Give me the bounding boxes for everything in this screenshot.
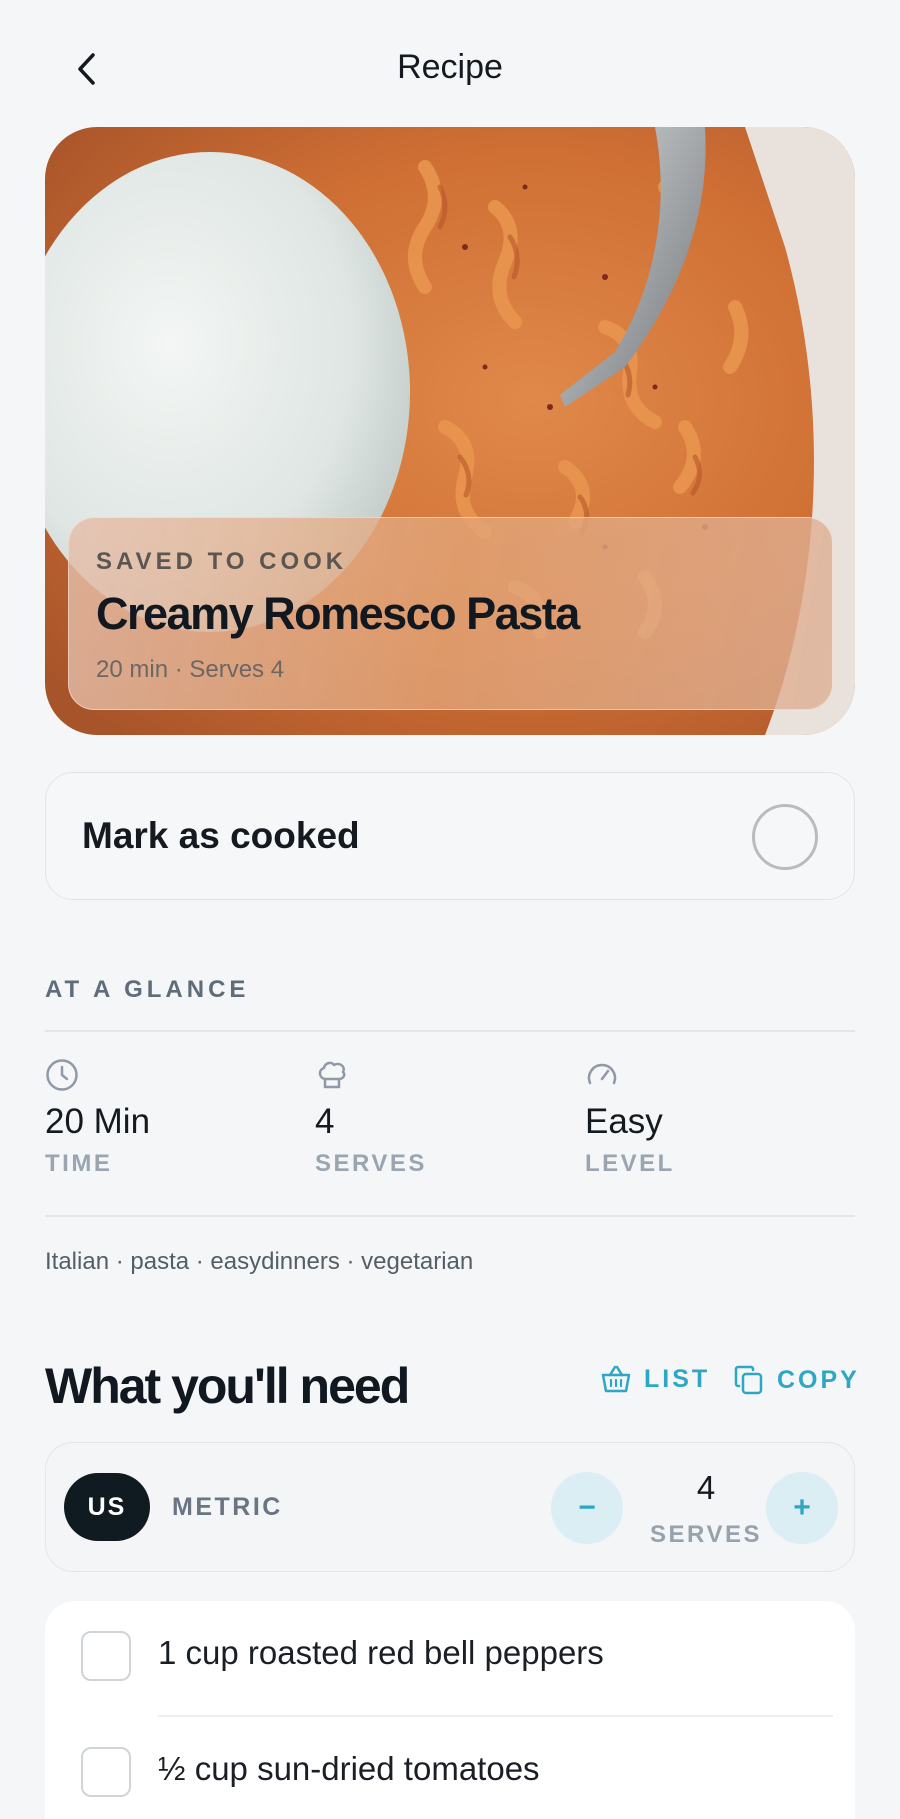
ingredient-item[interactable]: 1 cup roasted red bell peppers	[45, 1601, 855, 1717]
unit-us-button[interactable]: US	[64, 1473, 150, 1541]
saved-label: SAVED TO COOK	[96, 548, 348, 575]
stat-serves: 4 SERVES	[315, 1058, 555, 1178]
copy-button[interactable]: COPY	[733, 1364, 860, 1396]
serves-count: 4	[696, 1469, 716, 1506]
mark-as-cooked-label: Mark as cooked	[82, 815, 360, 856]
list-button[interactable]: LIST	[600, 1364, 710, 1394]
recipe-info-card: SAVED TO COOK Creamy Romesco Pasta 20 mi…	[68, 517, 833, 710]
units-serves-bar: US METRIC − 4 SERVES +	[45, 1442, 855, 1572]
stat-label: SERVES	[315, 1150, 427, 1177]
recipe-meta: 20 min · Serves 4	[96, 656, 285, 683]
ingredient-text: ½ cup sun-dried tomatoes	[158, 1750, 540, 1787]
stat-time: 20 Min TIME	[45, 1058, 285, 1178]
increase-serves-button[interactable]: +	[766, 1472, 838, 1544]
recipe-tags: Italian · pasta · easydinners · vegetari…	[45, 1248, 474, 1275]
divider	[45, 1030, 855, 1032]
cooked-checkbox[interactable]	[752, 804, 818, 870]
page-title: Recipe	[397, 48, 503, 86]
serves-label: SERVES	[650, 1521, 762, 1548]
chef-hat-icon	[318, 1061, 346, 1089]
ingredient-checkbox[interactable]	[81, 1631, 131, 1681]
clock-icon	[46, 1059, 78, 1091]
recipe-hero: SAVED TO COOK Creamy Romesco Pasta 20 mi…	[45, 127, 855, 735]
basket-icon	[601, 1365, 631, 1393]
ingredient-item[interactable]: ½ cup sun-dried tomatoes	[45, 1717, 855, 1819]
copy-icon	[734, 1365, 763, 1395]
list-label: LIST	[644, 1364, 711, 1393]
stat-level: Easy LEVEL	[585, 1058, 825, 1178]
mark-as-cooked-row[interactable]: Mark as cooked	[45, 772, 855, 900]
unit-metric-button[interactable]: METRIC	[172, 1493, 283, 1522]
ingredient-text: 1 cup roasted red bell peppers	[158, 1634, 604, 1671]
ingredients-heading: What you'll need	[45, 1358, 410, 1414]
stat-value: 4	[315, 1102, 335, 1141]
top-bar: Recipe	[0, 0, 900, 130]
decrease-serves-button[interactable]: −	[551, 1472, 623, 1544]
copy-label: COPY	[777, 1365, 860, 1394]
stat-label: TIME	[45, 1150, 113, 1177]
ingredient-list: 1 cup roasted red bell peppers ½ cup sun…	[45, 1601, 855, 1819]
stat-label: LEVEL	[585, 1150, 675, 1177]
stat-value: 20 Min	[45, 1102, 151, 1141]
gauge-icon	[587, 1063, 617, 1085]
divider	[45, 1215, 855, 1217]
stat-value: Easy	[585, 1102, 663, 1141]
at-a-glance-heading: AT A GLANCE	[45, 976, 250, 1003]
recipe-title: Creamy Romesco Pasta	[96, 588, 580, 639]
ingredient-checkbox[interactable]	[81, 1747, 131, 1797]
